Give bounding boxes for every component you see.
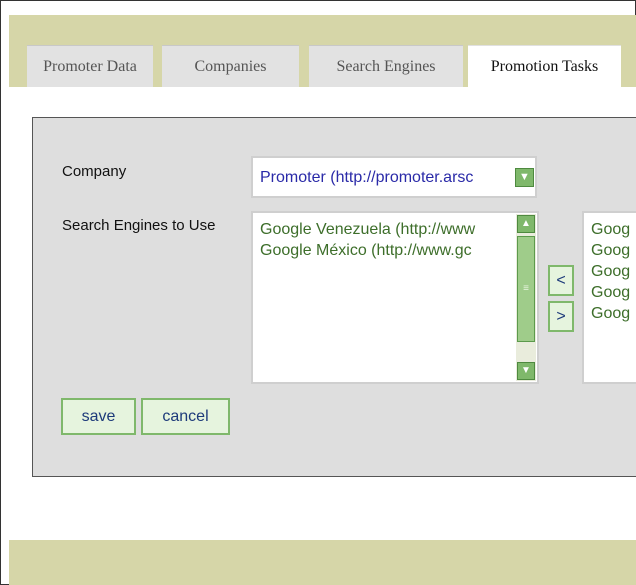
tab-promotion-tasks[interactable]: Promotion Tasks [468, 45, 621, 89]
scroll-up-icon[interactable]: ▲ [517, 215, 535, 233]
tab-bar: Promoter Data Companies Search Engines P… [9, 45, 636, 89]
list-scrollbar[interactable]: ▲ ≡ ▼ [516, 214, 536, 381]
list-item[interactable]: Google México (http://www.gc [253, 240, 537, 261]
list-item[interactable]: Goog [584, 282, 636, 303]
search-engines-label: Search Engines to Use [62, 217, 216, 234]
tab-promoter-data[interactable]: Promoter Data [27, 45, 153, 88]
company-select[interactable]: Promoter (http://promoter.arsc ▼ [251, 156, 537, 198]
save-button[interactable]: save [61, 398, 136, 435]
tab-companies[interactable]: Companies [162, 45, 299, 88]
list-item[interactable]: Goog [584, 261, 636, 282]
tab-search-engines[interactable]: Search Engines [309, 45, 463, 88]
list-item[interactable]: Google Venezuela (http://www [253, 219, 537, 240]
move-right-button[interactable]: > [548, 301, 574, 332]
cancel-button[interactable]: cancel [141, 398, 230, 435]
move-left-button[interactable]: < [548, 265, 574, 296]
scroll-thumb[interactable]: ≡ [517, 236, 535, 342]
footer-band [9, 540, 636, 585]
company-label: Company [62, 163, 127, 180]
scroll-down-icon[interactable]: ▼ [517, 362, 535, 380]
header-band [9, 15, 636, 45]
available-engines-list[interactable]: Google Venezuela (http://www Google Méxi… [251, 211, 539, 384]
company-select-value: Promoter (http://promoter.arsc [260, 169, 474, 186]
selected-engines-list[interactable]: Goog Goog Goog Goog Goog [582, 211, 636, 384]
chevron-down-icon[interactable]: ▼ [515, 168, 534, 187]
list-item[interactable]: Goog [584, 303, 636, 324]
list-item[interactable]: Goog [584, 219, 636, 240]
list-item[interactable]: Goog [584, 240, 636, 261]
